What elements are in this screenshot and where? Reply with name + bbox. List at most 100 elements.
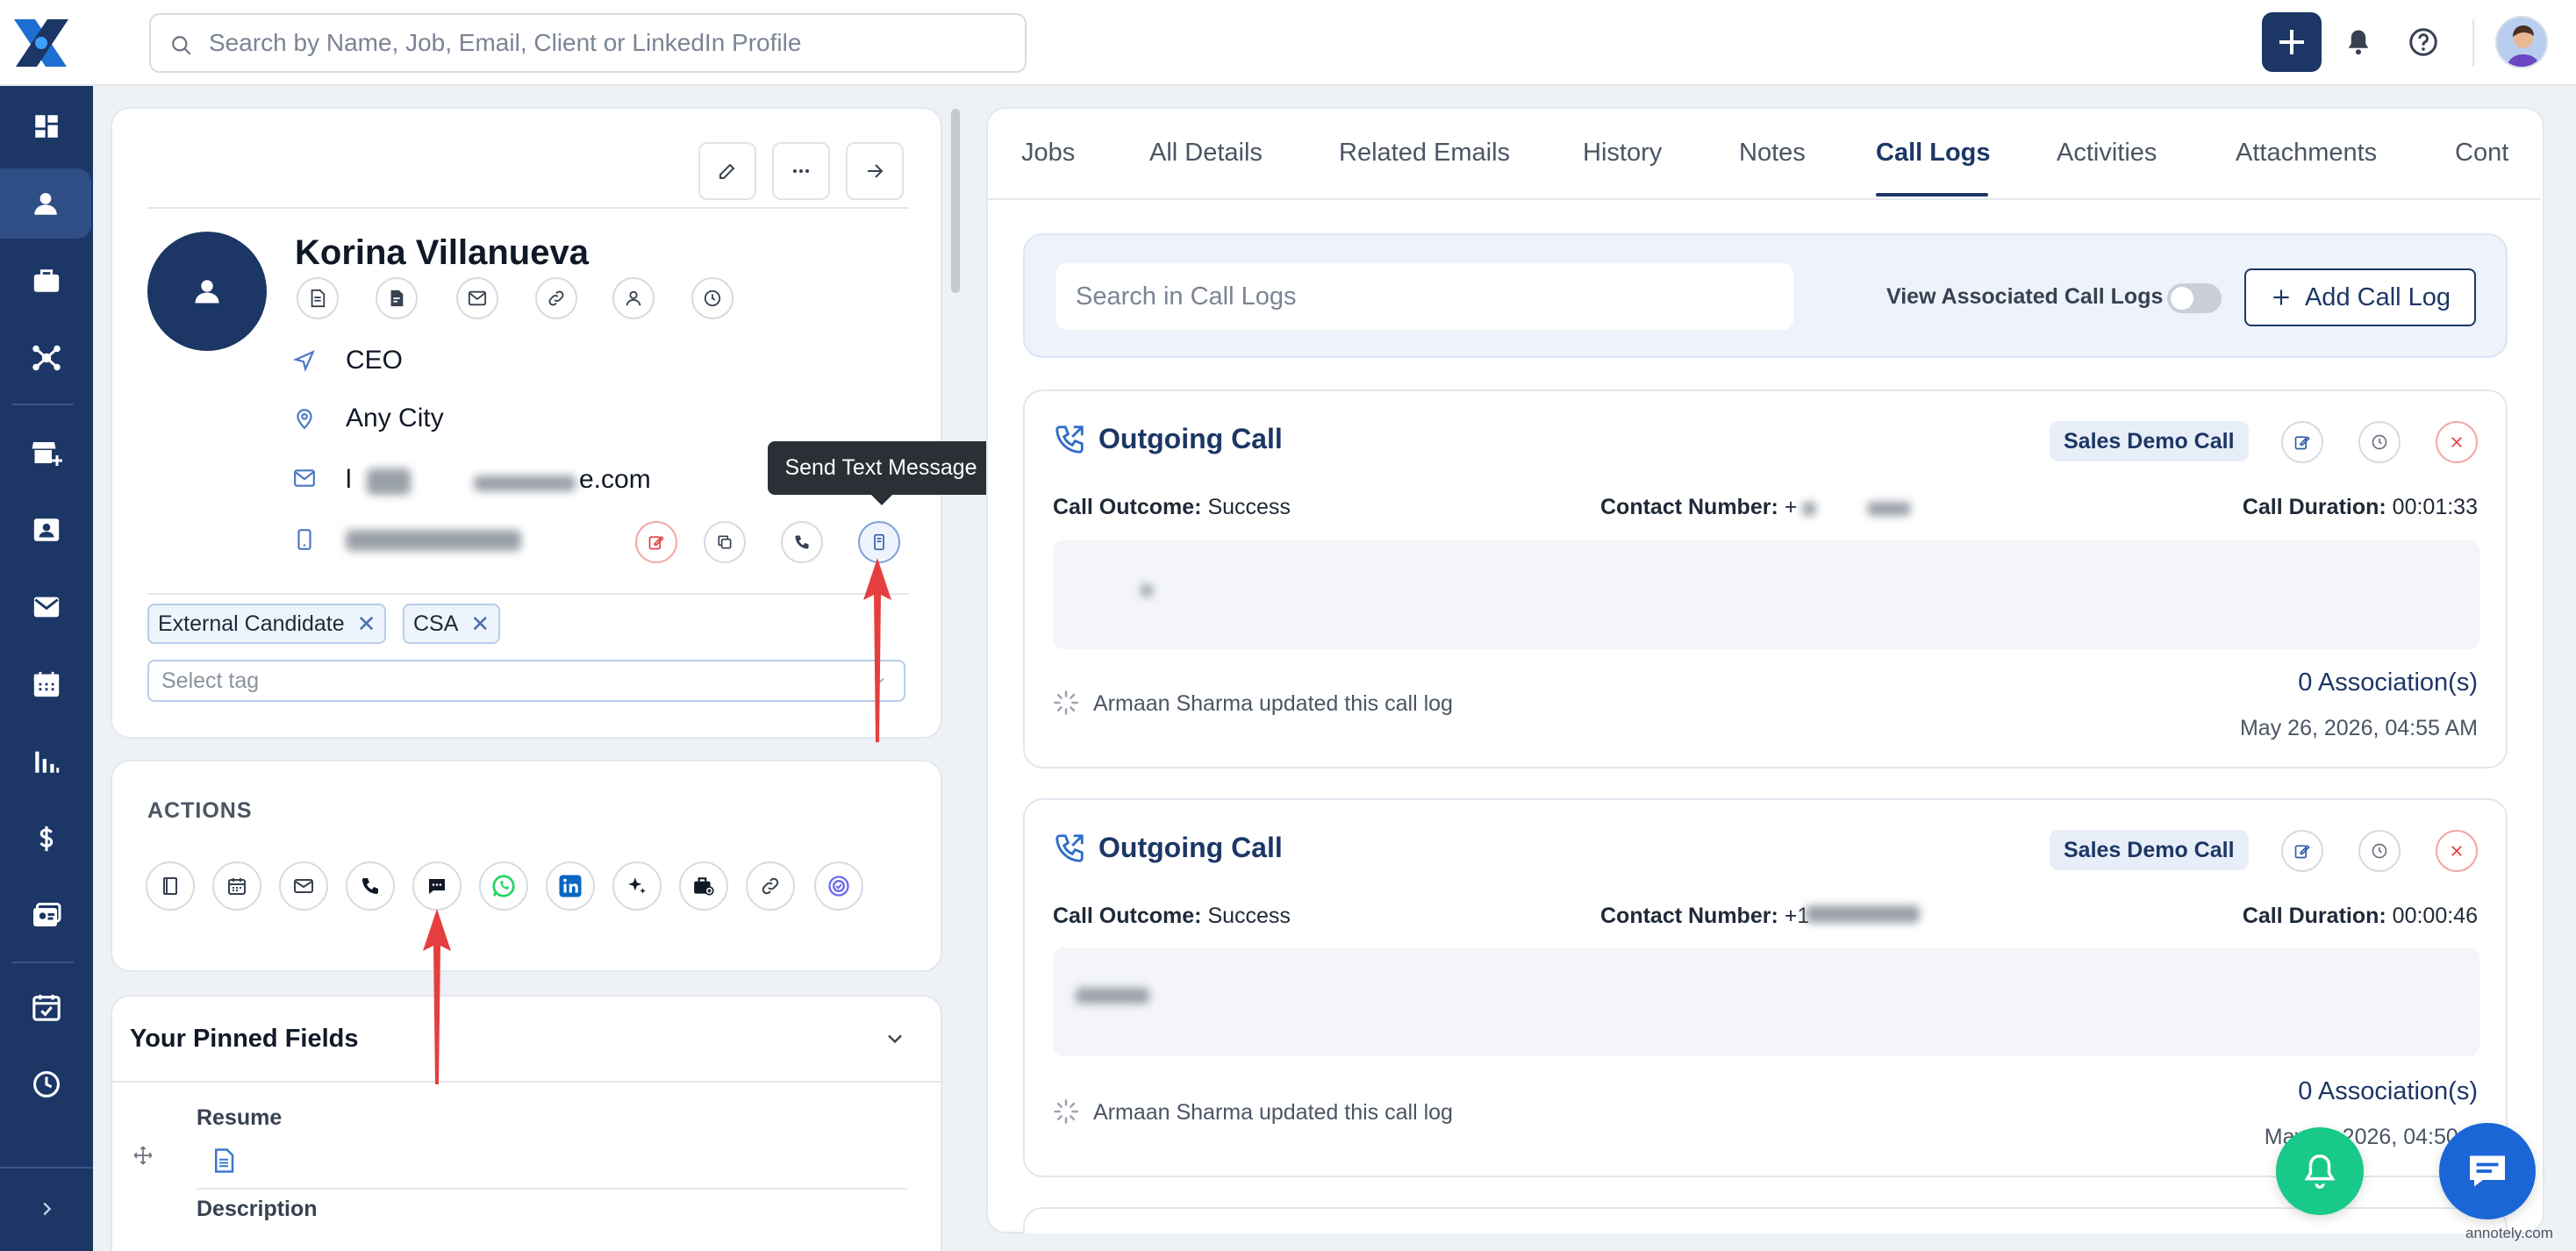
- mail-icon: [33, 597, 60, 618]
- file-button[interactable]: [376, 277, 418, 319]
- resume-button[interactable]: [297, 277, 339, 319]
- associated-call-logs-toggle[interactable]: [2167, 283, 2222, 313]
- email-profile-button[interactable]: [456, 277, 498, 319]
- call-outcome-value: Success: [1207, 495, 1291, 519]
- help-icon[interactable]: [2408, 26, 2439, 58]
- call-log-search-input[interactable]: [1056, 263, 1793, 330]
- app-logo[interactable]: [9, 12, 74, 74]
- edit-profile-button[interactable]: [698, 142, 756, 200]
- sequence-action-button[interactable]: [814, 861, 863, 911]
- contact-number-value: +: [1784, 495, 1798, 519]
- sidebar-expand-button[interactable]: [0, 1174, 93, 1244]
- call-log-history-button[interactable]: [2358, 421, 2401, 463]
- clock-icon: [704, 290, 721, 307]
- tab-contacts[interactable]: Cont: [2455, 139, 2508, 168]
- close-icon: [2451, 846, 2462, 856]
- dollar-icon: [39, 826, 54, 852]
- sidebar-item-history[interactable]: [0, 1049, 93, 1119]
- sidebar-item-billing[interactable]: [0, 804, 93, 874]
- ellipsis-icon: [793, 169, 809, 173]
- mail-icon: [468, 290, 487, 306]
- email-action-button[interactable]: [279, 861, 328, 911]
- call-phone-button[interactable]: [781, 521, 823, 563]
- sidebar-item-contacts[interactable]: [0, 495, 93, 565]
- tab-all-details[interactable]: All Details: [1149, 139, 1263, 168]
- linkedin-icon: [559, 875, 582, 897]
- ai-action-button[interactable]: [612, 861, 662, 911]
- sparkles-icon: [628, 877, 646, 894]
- global-search[interactable]: [149, 13, 1027, 73]
- call-log-history-button[interactable]: [2358, 830, 2401, 872]
- id-badge-icon: [33, 903, 61, 926]
- sidebar-item-email[interactable]: [0, 572, 93, 642]
- open-record-button[interactable]: [846, 142, 904, 200]
- sms-action-button[interactable]: [412, 861, 462, 911]
- sidebar-item-clients[interactable]: [0, 418, 93, 488]
- more-options-button[interactable]: [772, 142, 830, 200]
- remove-tag-icon[interactable]: ✕: [470, 611, 490, 638]
- profile-scrollbar[interactable]: [951, 109, 960, 293]
- whatsapp-action-button[interactable]: [479, 861, 528, 911]
- call-log-associations-link[interactable]: 0 Association(s): [2298, 1077, 2478, 1106]
- sidebar-item-reports[interactable]: [0, 726, 93, 797]
- send-text-message-button[interactable]: [858, 521, 900, 563]
- chevron-down-icon[interactable]: [883, 1026, 907, 1051]
- tab-history[interactable]: History: [1583, 139, 1662, 168]
- redacted-email: [367, 468, 411, 495]
- sidebar-item-network[interactable]: [0, 323, 93, 393]
- add-call-log-button[interactable]: Add Call Log: [2244, 268, 2476, 326]
- profile-email-prefix[interactable]: l: [346, 465, 352, 495]
- tab-attachments[interactable]: Attachments: [2236, 139, 2377, 168]
- tab-activities[interactable]: Activities: [2057, 139, 2157, 168]
- profile-email-suffix[interactable]: e.com: [579, 465, 651, 495]
- tab-call-logs[interactable]: Call Logs: [1876, 139, 1991, 168]
- search-input[interactable]: [209, 24, 998, 62]
- edit-icon: [2294, 435, 2310, 450]
- create-button[interactable]: [2262, 12, 2322, 72]
- contact-number-label: Contact Number:: [1600, 495, 1778, 519]
- submit-job-action-button[interactable]: [679, 861, 728, 911]
- chat-message-icon: [429, 879, 445, 894]
- plus-icon: [2273, 290, 2289, 305]
- delete-call-log-button[interactable]: [2436, 421, 2478, 463]
- phone-icon: [795, 535, 809, 549]
- call-action-button[interactable]: [346, 861, 395, 911]
- sidebar-item-placements[interactable]: [0, 881, 93, 951]
- call-log-associations-link[interactable]: 0 Association(s): [2298, 668, 2478, 697]
- copy-phone-button[interactable]: [704, 521, 746, 563]
- remove-tag-icon[interactable]: ✕: [357, 611, 376, 638]
- timeline-button[interactable]: [691, 277, 733, 319]
- schedule-action-button[interactable]: [212, 861, 261, 911]
- notes-action-button[interactable]: [146, 861, 195, 911]
- owner-button[interactable]: [612, 277, 655, 319]
- linkedin-action-button[interactable]: [546, 861, 595, 911]
- tab-related-emails[interactable]: Related Emails: [1339, 139, 1510, 168]
- edit-phone-button[interactable]: [635, 521, 677, 563]
- tab-jobs[interactable]: Jobs: [1021, 139, 1075, 168]
- bell-icon[interactable]: [2343, 26, 2374, 58]
- edit-call-log-button[interactable]: [2281, 830, 2323, 872]
- tag-csa[interactable]: CSA ✕: [403, 604, 501, 644]
- sidebar-item-jobs[interactable]: [0, 246, 93, 316]
- sidebar-item-candidates[interactable]: [0, 168, 91, 239]
- tab-notes[interactable]: Notes: [1739, 139, 1806, 168]
- sidebar-item-tasks[interactable]: [0, 972, 93, 1042]
- document-icon[interactable]: [211, 1147, 237, 1174]
- active-tab-indicator: [1876, 193, 1988, 197]
- delete-call-log-button[interactable]: [2436, 830, 2478, 872]
- notifications-fab[interactable]: [2276, 1127, 2364, 1215]
- drag-handle-icon[interactable]: [132, 1144, 154, 1167]
- user-avatar[interactable]: [2495, 16, 2548, 68]
- sidebar-item-dashboard[interactable]: [0, 91, 93, 161]
- tag-external-candidate[interactable]: External Candidate ✕: [147, 604, 387, 644]
- select-tag-input[interactable]: Select tag: [147, 660, 905, 702]
- link-button[interactable]: [535, 277, 577, 319]
- mobile-icon: [293, 528, 316, 551]
- edit-call-log-button[interactable]: [2281, 421, 2323, 463]
- call-notes: [1053, 947, 2479, 1056]
- chat-support-fab[interactable]: [2439, 1123, 2536, 1219]
- pinned-fields-card: Your Pinned Fields Resume Description: [111, 995, 942, 1251]
- link-action-button[interactable]: [746, 861, 795, 911]
- contact-card-icon: [33, 518, 60, 541]
- sidebar-item-calendar[interactable]: [0, 649, 93, 719]
